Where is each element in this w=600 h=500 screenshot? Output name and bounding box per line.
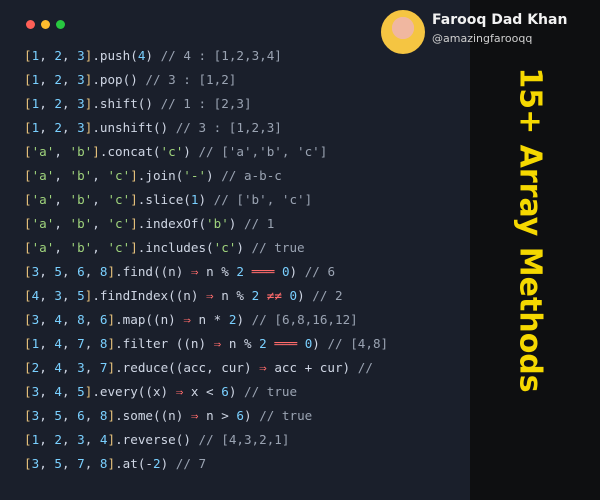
code-line: [1, 2, 3].unshift() // 3 : [1,2,3] <box>24 120 282 135</box>
code-line: [1, 2, 3].shift() // 1 : [2,3] <box>24 96 252 111</box>
code-line: ['a', 'b', 'c'].join('-') // a-b-c <box>24 168 282 183</box>
code-line: [1, 2, 3].pop() // 3 : [1,2] <box>24 72 237 87</box>
code-line: [1, 2, 3, 4].reverse() // [4,3,2,1] <box>24 432 290 447</box>
code-line: [1, 4, 7, 8].filter ((n) ⇒ n % 2 ═══ 0) … <box>24 336 389 351</box>
author-name: Farooq Dad Khan <box>432 12 568 28</box>
author-avatar <box>381 10 425 54</box>
code-line: [2, 4, 3, 7].reduce((acc, cur) ⇒ acc + c… <box>24 360 373 375</box>
maximize-dot-icon[interactable] <box>56 20 65 29</box>
code-line: [4, 3, 5].findIndex((n) ⇒ n % 2 ≠≠ 0) //… <box>24 288 343 303</box>
vertical-title: 15+ Array Methods <box>512 67 548 393</box>
code-window: [1, 2, 3].push(4) // 4 : [1,2,3,4] [1, 2,… <box>0 0 471 500</box>
window-controls <box>26 20 65 29</box>
code-line: [3, 5, 6, 8].find((n) ⇒ n % 2 ═══ 0) // … <box>24 264 336 279</box>
code-line: [3, 5, 7, 8].at(-2) // 7 <box>24 456 207 471</box>
close-dot-icon[interactable] <box>26 20 35 29</box>
code-line: [3, 5, 6, 8].some((n) ⇒ n > 6) // true <box>24 408 313 423</box>
code-line: ['a', 'b', 'c'].indexOf('b') // 1 <box>24 216 275 231</box>
code-line: [3, 4, 5].every((x) ⇒ x < 6) // true <box>24 384 298 399</box>
code-line: ['a', 'b'].concat('c') // ['a','b', 'c'] <box>24 144 328 159</box>
code-line: ['a', 'b', 'c'].includes('c') // true <box>24 240 305 255</box>
author-handle: @amazingfarooqq <box>432 32 533 45</box>
code-block: [1, 2, 3].push(4) // 4 : [1,2,3,4] [1, 2,… <box>24 44 464 476</box>
minimize-dot-icon[interactable] <box>41 20 50 29</box>
code-line: ['a', 'b', 'c'].slice(1) // ['b', 'c'] <box>24 192 313 207</box>
code-line: [3, 4, 8, 6].map((n) ⇒ n * 2) // [6,8,16… <box>24 312 358 327</box>
